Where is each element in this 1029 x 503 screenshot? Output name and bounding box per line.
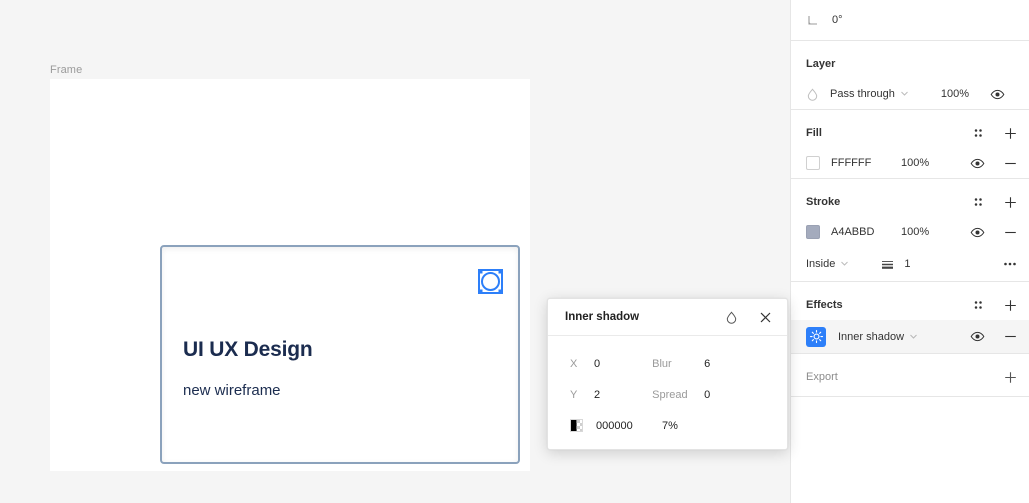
shadow-color-hex[interactable]: 000000 — [596, 420, 656, 432]
eye-icon[interactable] — [989, 86, 1005, 102]
fill-section-header: Fill — [791, 118, 1029, 148]
dialog-body: X 0 Blur 6 Y 2 Spread 0 000000 7% — [548, 336, 787, 441]
stroke-align-value[interactable]: Inside — [806, 258, 835, 270]
minus-icon[interactable] — [1002, 155, 1018, 171]
card-component[interactable]: UI UX Design new wireframe — [160, 245, 520, 464]
frame-artboard[interactable]: UI UX Design new wireframe — [50, 79, 530, 471]
layer-section-title: Layer — [806, 58, 836, 70]
plus-icon[interactable] — [1002, 369, 1018, 385]
effects-section-header: Effects — [791, 290, 1029, 320]
apply-styles-icon[interactable] — [970, 125, 986, 141]
fill-section-title: Fill — [806, 127, 822, 139]
plus-icon[interactable] — [1002, 125, 1018, 141]
eye-icon[interactable] — [969, 329, 985, 345]
effects-section: Effects Inner shadow — [791, 290, 1029, 354]
blend-mode-icon — [806, 88, 819, 101]
chevron-down-icon[interactable] — [900, 85, 909, 103]
eye-icon[interactable] — [969, 224, 985, 240]
frame-label[interactable]: Frame — [50, 64, 82, 76]
stroke-opacity-value[interactable]: 100% — [901, 226, 949, 238]
blur-input[interactable]: 6 — [704, 358, 710, 370]
fill-section: Fill FFFFFF 100% — [791, 118, 1029, 179]
apply-styles-icon[interactable] — [970, 194, 986, 210]
layer-section: Layer Pass through 100% — [791, 49, 1029, 110]
fill-item-row: FFFFFF 100% — [791, 148, 1029, 178]
angle-row: 0° — [791, 0, 1029, 40]
card-subtitle[interactable]: new wireframe — [183, 382, 281, 399]
inner-shadow-dialog[interactable]: Inner shadow X 0 Blur 6 Y 2 Spread 0 000… — [547, 298, 788, 450]
plus-icon[interactable] — [1002, 297, 1018, 313]
spread-input[interactable]: 0 — [704, 389, 710, 401]
stroke-weight-value[interactable]: 1 — [904, 258, 910, 270]
effect-name[interactable]: Inner shadow — [838, 331, 904, 343]
blend-mode-value[interactable]: Pass through — [830, 88, 895, 100]
y-offset-input[interactable]: 2 — [594, 389, 600, 401]
close-icon[interactable] — [757, 309, 773, 325]
transform-section: 0° — [791, 0, 1029, 41]
dialog-header: Inner shadow — [548, 299, 787, 336]
minus-icon[interactable] — [1002, 329, 1018, 345]
blur-label: Blur — [652, 357, 672, 370]
fill-opacity-value[interactable]: 100% — [901, 157, 949, 169]
angle-value[interactable]: 0° — [832, 14, 843, 26]
effect-sun-icon[interactable] — [806, 326, 826, 347]
layer-section-header: Layer — [791, 49, 1029, 79]
dialog-title: Inner shadow — [565, 311, 640, 323]
effect-item-row[interactable]: Inner shadow — [791, 320, 1029, 353]
minus-icon[interactable] — [1002, 224, 1018, 240]
fill-color-hex[interactable]: FFFFFF — [831, 157, 901, 169]
properties-panel: 0° Layer Pass through 100% Fill FFFFFF 1… — [790, 0, 1029, 503]
stroke-section: Stroke A4ABBD 100% Inside 1 — [791, 187, 1029, 282]
stroke-section-header: Stroke — [791, 187, 1029, 217]
layer-opacity-value[interactable]: 100% — [941, 88, 969, 100]
chevron-down-icon[interactable] — [909, 328, 918, 346]
spread-label: Spread — [652, 388, 688, 401]
eye-icon[interactable] — [969, 155, 985, 171]
plus-icon[interactable] — [1002, 194, 1018, 210]
figma-design-editor: Frame UI UX Design new wireframe 0° Laye… — [0, 0, 1029, 503]
selected-ellipse-icon[interactable] — [478, 269, 503, 294]
chevron-down-icon[interactable] — [840, 255, 849, 273]
layer-blend-row: Pass through 100% — [791, 79, 1029, 109]
stroke-weight-icon — [879, 256, 895, 272]
dialog-row-y-spread: Y 2 Spread 0 — [548, 379, 787, 410]
stroke-color-hex[interactable]: A4ABBD — [831, 226, 901, 238]
dialog-row-x-blur: X 0 Blur 6 — [548, 348, 787, 379]
effects-section-title: Effects — [806, 299, 843, 311]
stroke-color-swatch[interactable] — [806, 225, 820, 239]
stroke-section-title: Stroke — [806, 196, 841, 208]
card-title[interactable]: UI UX Design — [183, 338, 313, 362]
x-offset-input[interactable]: 0 — [594, 358, 600, 370]
y-offset-label: Y — [570, 388, 578, 401]
export-section: Export — [791, 358, 1029, 397]
corner-angle-icon — [806, 13, 820, 27]
stroke-align-row: Inside 1 — [791, 247, 1029, 281]
ellipsis-icon[interactable] — [1002, 256, 1018, 272]
x-offset-label: X — [570, 357, 578, 370]
fill-color-swatch[interactable] — [806, 156, 820, 170]
shadow-color-opacity[interactable]: 7% — [662, 420, 678, 432]
stroke-item-row: A4ABBD 100% — [791, 217, 1029, 247]
dialog-row-color: 000000 7% — [548, 410, 787, 441]
shadow-color-swatch[interactable] — [570, 419, 583, 432]
export-section-title: Export — [806, 371, 838, 383]
apply-styles-icon[interactable] — [970, 297, 986, 313]
export-section-header: Export — [791, 358, 1029, 396]
blend-mode-icon[interactable] — [723, 309, 739, 325]
